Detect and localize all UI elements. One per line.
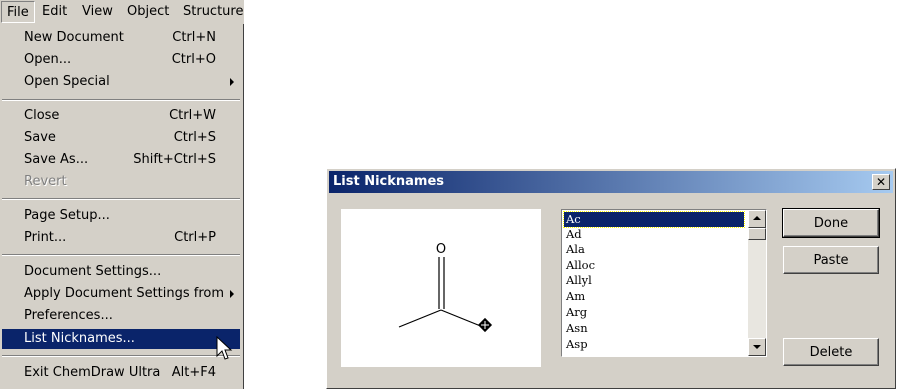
structure-preview: O [341, 209, 541, 367]
menu-item-page-setup[interactable]: Page Setup... [2, 206, 240, 226]
menu-object[interactable]: Object [127, 5, 169, 19]
menu-separator [2, 355, 240, 357]
menu-item-label: Save As... [24, 152, 89, 167]
nicknames-listbox[interactable]: Ac Ad Ala Alloc Allyl Am Arg Asn Asp [561, 209, 767, 357]
menu-structure[interactable]: Structure [183, 5, 243, 19]
menu-item-save[interactable]: Save Ctrl+S [2, 128, 240, 148]
file-menu-dropdown: New Document Ctrl+N Open... Ctrl+O Open … [0, 24, 244, 389]
menu-separator [2, 99, 240, 101]
menu-item-exit[interactable]: Exit ChemDraw Ultra Alt+F4 [2, 363, 240, 383]
menu-item-open-special[interactable]: Open Special [2, 72, 240, 92]
list-item[interactable]: Allyl [564, 273, 744, 288]
menu-item-label: Page Setup... [24, 208, 110, 223]
vertical-scrollbar[interactable] [748, 210, 766, 356]
menu-item-list-nicknames[interactable]: List Nicknames... [2, 329, 240, 349]
paste-button[interactable]: Paste [783, 246, 879, 274]
menu-item-shortcut: Ctrl+W [169, 108, 216, 123]
acetyl-structure-drawing: O [398, 242, 493, 333]
menu-item-shortcut: Ctrl+O [171, 52, 216, 67]
menu-item-print[interactable]: Print... Ctrl+P [2, 228, 240, 248]
menu-item-label: Apply Document Settings from [24, 286, 225, 301]
menu-item-document-settings[interactable]: Document Settings... [2, 262, 240, 282]
done-button[interactable]: Done [782, 208, 880, 238]
list-item[interactable]: Ad [564, 227, 744, 242]
menu-item-shortcut: Ctrl+N [172, 30, 216, 45]
menu-item-label: Exit ChemDraw Ultra [24, 365, 161, 380]
menu-item-preferences[interactable]: Preferences... [2, 306, 240, 326]
menu-item-shortcut: Alt+F4 [171, 365, 216, 380]
submenu-arrow-icon [230, 78, 234, 86]
mouse-pointer-icon [216, 336, 233, 360]
scroll-up-button[interactable] [748, 210, 766, 228]
list-nicknames-dialog: List Nicknames ✕ O Ac Ad Ala Alloc Allyl… [326, 168, 896, 389]
menu-item-save-as[interactable]: Save As... Shift+Ctrl+S [2, 150, 240, 170]
menu-item-close[interactable]: Close Ctrl+W [2, 106, 240, 126]
menu-item-revert: Revert [2, 172, 240, 192]
menu-item-apply-document-settings[interactable]: Apply Document Settings from [2, 284, 240, 304]
list-item[interactable]: Arg [564, 305, 744, 320]
menu-item-label: Save [24, 130, 56, 145]
delete-button[interactable]: Delete [783, 338, 879, 366]
close-icon[interactable]: ✕ [872, 174, 890, 190]
menu-item-label: Close [24, 108, 60, 123]
menu-item-new-document[interactable]: New Document Ctrl+N [2, 28, 240, 48]
menu-item-shortcut: Shift+Ctrl+S [133, 152, 216, 167]
menu-item-label: New Document [24, 30, 124, 45]
atom-label-oxygen: O [436, 242, 446, 257]
bond-ch3 [398, 309, 442, 328]
menu-item-label: Preferences... [24, 308, 113, 323]
list-item[interactable]: Asn [564, 321, 744, 336]
menu-separator [2, 254, 240, 256]
menu-item-label: Document Settings... [24, 264, 162, 279]
list-item[interactable]: Am [564, 289, 744, 304]
menu-item-label: Revert [24, 174, 67, 189]
dialog-title-bar[interactable]: List Nicknames ✕ [329, 171, 893, 193]
menu-edit[interactable]: Edit [42, 5, 67, 19]
menu-bar: File Edit View Object Structure [0, 0, 244, 24]
menu-item-shortcut: Ctrl+S [173, 130, 216, 145]
menu-file[interactable]: File [1, 1, 35, 23]
list-item[interactable]: Ac [563, 211, 745, 228]
menu-separator [2, 198, 240, 200]
list-item[interactable]: Alloc [564, 258, 744, 273]
bond-attachment [440, 309, 484, 328]
scroll-down-button[interactable] [748, 338, 766, 356]
menu-item-label: List Nicknames... [24, 331, 135, 346]
menu-item-label: Open... [24, 52, 72, 67]
menu-view[interactable]: View [82, 5, 113, 19]
menu-item-open[interactable]: Open... Ctrl+O [2, 50, 240, 70]
submenu-arrow-icon [230, 290, 234, 298]
menu-item-label: Print... [24, 230, 67, 245]
menu-item-shortcut: Ctrl+P [174, 230, 216, 245]
dialog-title: List Nicknames [333, 174, 445, 189]
menu-item-label: Open Special [24, 74, 110, 89]
scroll-thumb[interactable] [748, 228, 766, 240]
list-item[interactable]: Ala [564, 242, 744, 257]
arrow-up-icon [753, 216, 761, 220]
list-item[interactable]: Asp [564, 337, 744, 352]
arrow-down-icon [753, 345, 761, 349]
